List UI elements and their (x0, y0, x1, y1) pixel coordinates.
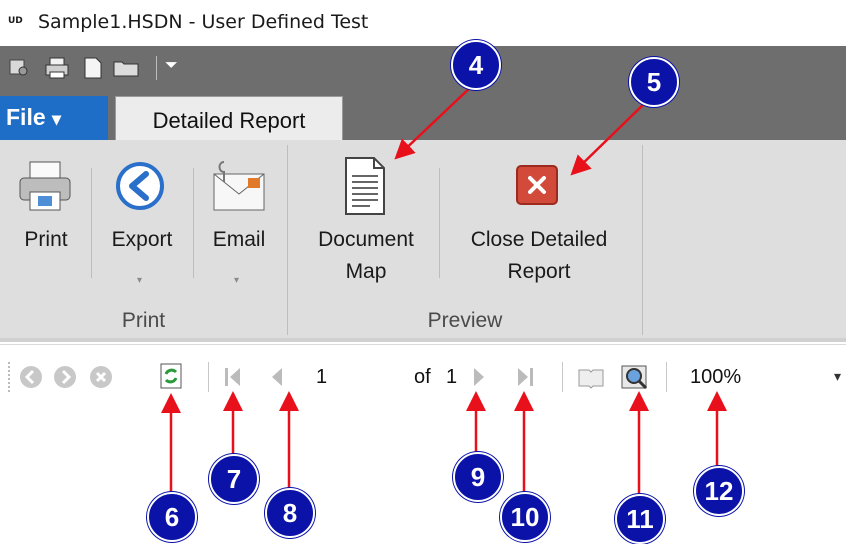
callout-9: 9 (453, 452, 503, 502)
callout-10: 10 (500, 492, 550, 542)
arrow-4 (394, 83, 475, 160)
callout-12: 12 (694, 466, 744, 516)
callout-8: 8 (265, 488, 315, 538)
annotation-arrows (161, 83, 727, 500)
callout-6: 6 (147, 492, 197, 542)
arrow-5 (570, 99, 649, 176)
callout-11: 11 (615, 494, 665, 544)
callout-5: 5 (629, 57, 679, 107)
callout-4: 4 (451, 40, 501, 90)
callout-7: 7 (209, 454, 259, 504)
